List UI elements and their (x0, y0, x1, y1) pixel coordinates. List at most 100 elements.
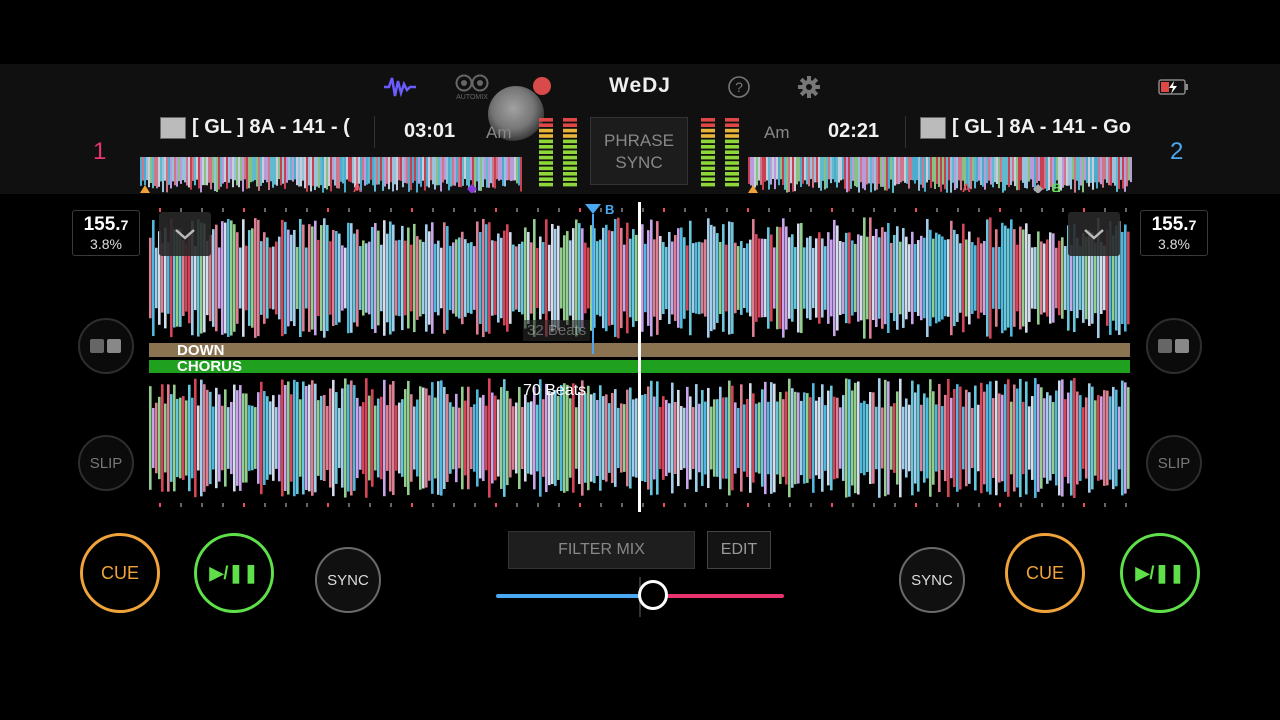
deck-1-track-title[interactable]: [ GL ] 8A - 141 - ( (160, 116, 360, 139)
waveform-bar-deck-2 (230, 401, 233, 475)
edit-button[interactable]: EDIT (707, 531, 771, 569)
record-icon[interactable] (533, 77, 551, 95)
beat-tick (516, 208, 518, 212)
waveform-bar-deck-1 (377, 230, 380, 326)
overview-bar (164, 157, 166, 181)
deck-2-track-title[interactable]: [ GL ] 8A - 141 - Go (920, 116, 1138, 139)
automix-icon[interactable]: AUTOMIX (452, 72, 492, 102)
waveform-bar-deck-2 (1067, 392, 1070, 484)
deck-1-view-toggle-button[interactable] (78, 318, 134, 374)
phrase-sync-button[interactable]: PHRASE SYNC (590, 117, 688, 185)
beat-tick (159, 503, 161, 507)
waveform-bar-deck-2 (1112, 386, 1115, 490)
overview-bar (754, 157, 756, 188)
beat-tick (978, 503, 980, 507)
help-icon[interactable]: ? (726, 72, 752, 102)
waveform-bar-deck-1 (908, 244, 911, 312)
overview-bar (464, 157, 466, 180)
deck-1-slip-button[interactable]: SLIP (78, 435, 134, 491)
waveform-bar-deck-2 (1046, 392, 1049, 484)
deck-2-view-toggle-button[interactable] (1146, 318, 1202, 374)
gear-icon[interactable] (797, 72, 821, 102)
overview-bar (892, 157, 894, 193)
deck-1-bpm[interactable]: 155.7 3.8% (72, 210, 140, 256)
waveform-bar-deck-2 (1076, 391, 1079, 485)
deck-2-level-meter-left (700, 116, 716, 188)
deck-2-slip-button[interactable]: SLIP (1146, 435, 1202, 491)
waveform-bar-deck-2 (740, 384, 743, 492)
waveform-bar-deck-2 (329, 388, 332, 488)
overview-bar (404, 157, 406, 183)
overview-bar (1074, 157, 1076, 193)
waveform-bar-deck-2 (482, 394, 485, 482)
deck-1-collapse-button[interactable] (159, 212, 211, 256)
overview-bar (1012, 157, 1014, 182)
waveform-bar-deck-2 (707, 387, 710, 489)
waveform-bar-deck-1 (692, 243, 695, 313)
overview-bar (496, 157, 498, 180)
waveform-bar-deck-2 (950, 397, 953, 479)
waveform-bar-deck-2 (1070, 380, 1073, 496)
beat-tick (1041, 503, 1043, 507)
waveform-bar-deck-2 (149, 386, 152, 490)
waveform-bar-deck-1 (953, 229, 956, 327)
crossfader[interactable] (496, 575, 784, 619)
waveform-bar-deck-1 (449, 245, 452, 311)
deck-2-bpm[interactable]: 155.7 3.8% (1140, 210, 1208, 256)
overview-bar (456, 157, 458, 183)
overview-bar (502, 157, 504, 186)
phrase-sync-label-2: SYNC (615, 153, 663, 172)
waveform-bar-deck-2 (389, 384, 392, 492)
overview-bar (428, 157, 430, 188)
overview-bar (1028, 157, 1030, 182)
waveform-bar-deck-2 (398, 402, 401, 474)
overview-bar (270, 157, 272, 182)
overview-bar (364, 157, 366, 186)
meter-segment (563, 182, 577, 187)
overview-bar (820, 157, 822, 191)
overview-bar (178, 157, 180, 182)
waveform-bar-deck-1 (302, 224, 305, 332)
waveform-icon[interactable] (382, 72, 418, 102)
crossfader-knob[interactable] (638, 580, 668, 610)
waveform-bar-deck-2 (809, 397, 812, 479)
waveform-bar-deck-2 (722, 397, 725, 479)
waveform-bar-deck-2 (548, 390, 551, 486)
phrase-sync-label-1: PHRASE (604, 131, 674, 150)
deck-2-collapse-button[interactable] (1068, 212, 1120, 256)
overview-bar (762, 157, 764, 190)
waveform-bar-deck-2 (785, 391, 788, 485)
meter-segment (725, 123, 739, 127)
beat-tick (810, 208, 812, 212)
waveform-bar-deck-1 (575, 219, 578, 337)
main-waveform[interactable]: DOWN CHORUS 32 Beats 70 Beats B (149, 202, 1130, 512)
filter-mix-button[interactable]: FILTER MIX (508, 531, 695, 569)
overview-bar (384, 157, 386, 187)
waveform-bar-deck-2 (749, 383, 752, 493)
deck-1-play-pause-button[interactable]: ▶/❚❚ (194, 533, 274, 613)
deck-2-play-pause-button[interactable]: ▶/❚❚ (1120, 533, 1200, 613)
overview-bar (192, 157, 194, 181)
waveform-bar-deck-2 (239, 385, 242, 491)
deck-1-cue-button[interactable]: CUE (80, 533, 160, 613)
waveform-bar-deck-2 (605, 394, 608, 482)
deck-2-sync-button[interactable]: SYNC (899, 547, 965, 613)
beat-tick (789, 208, 791, 212)
deck-1-overview-waveform[interactable]: A (140, 155, 522, 195)
deck-2-cue-button[interactable]: CUE (1005, 533, 1085, 613)
deck-2-title-text: [ GL ] 8A - 141 - Go (952, 116, 1131, 138)
waveform-bar-deck-2 (1109, 396, 1112, 480)
waveform-bar-deck-1 (782, 218, 785, 338)
waveform-bar-deck-2 (590, 394, 593, 482)
deck-1-sync-button[interactable]: SYNC (315, 547, 381, 613)
waveform-bar-deck-1 (389, 221, 392, 335)
waveform-bar-deck-2 (698, 403, 701, 473)
beat-tick (852, 208, 854, 212)
deck-2-overview-waveform[interactable]: AB (748, 155, 1132, 195)
overview-bar (346, 157, 348, 180)
waveform-bar-deck-2 (362, 402, 365, 474)
waveform-bar-deck-2 (662, 396, 665, 480)
deck-1-pitch: 3.8% (90, 236, 122, 252)
overview-bar (348, 157, 350, 182)
waveform-bar-deck-1 (419, 239, 422, 317)
